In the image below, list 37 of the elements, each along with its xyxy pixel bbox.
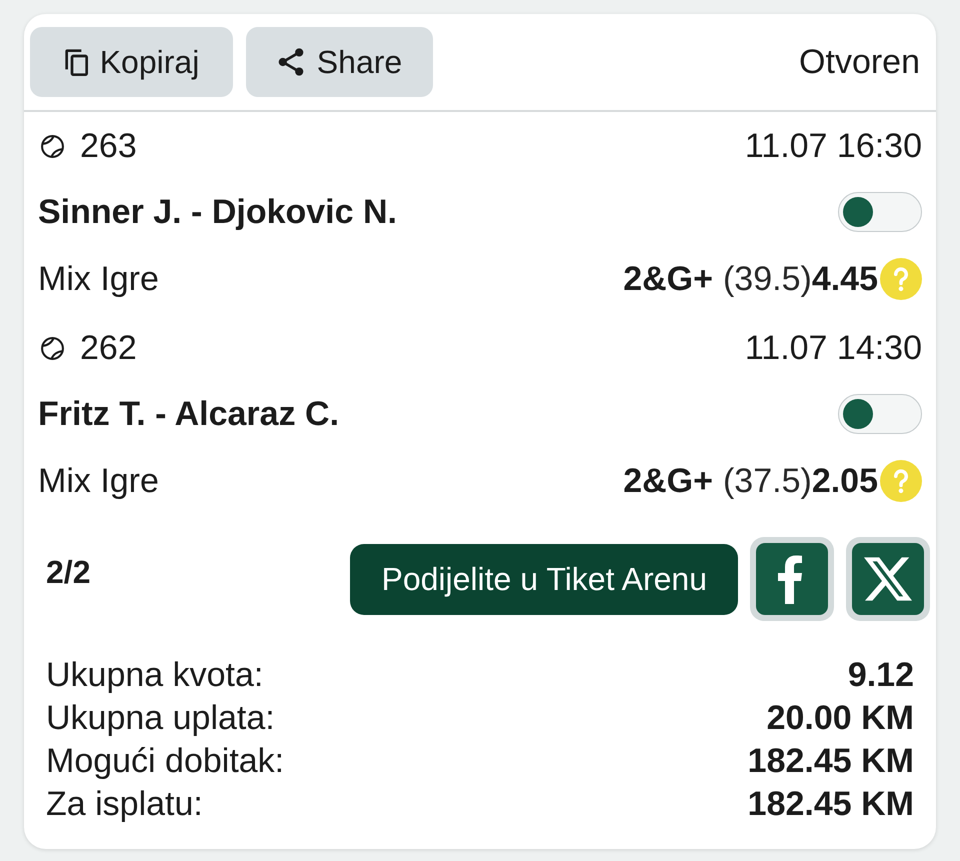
copy-button[interactable]: Kopiraj (30, 27, 233, 97)
match-name: Sinner J. - Djokovic N. (38, 195, 397, 229)
event-datetime: 11.07 14:30 (744, 331, 922, 365)
summary-label: Ukupna uplata: (46, 700, 275, 734)
event-datetime: 11.07 16:30 (744, 129, 922, 163)
pick-line: (39.5) (722, 262, 812, 296)
pick-line: (37.5) (722, 464, 812, 498)
summary-label: Ukupna kvota: (46, 658, 264, 692)
ticket-status: Otvoren (799, 45, 920, 79)
market-name: Mix Igre (38, 464, 159, 498)
summary-value: 9.12 (848, 658, 914, 692)
tennis-ball-icon (40, 336, 65, 360)
tennis-ball-icon (40, 134, 65, 158)
pick-code: 2&G+ (623, 262, 713, 296)
odds-value: 2.05 (812, 464, 878, 498)
facebook-icon (756, 543, 828, 615)
odds-value: 4.45 (812, 262, 878, 296)
summary-value: 182.45 KM (748, 744, 914, 778)
share-icon (276, 47, 305, 77)
toggle-switch[interactable] (838, 192, 922, 232)
ticket-count: 2/2 (46, 556, 90, 588)
event-number: 263 (80, 129, 137, 163)
market-name: Mix Igre (38, 262, 159, 296)
share-button[interactable]: Share (246, 27, 433, 97)
pick-code: 2&G+ (623, 464, 713, 498)
share-arena-button[interactable]: Podijelite u Tiket Arenu (350, 544, 738, 614)
summary-value: 20.00 KM (766, 700, 914, 734)
toggle-switch[interactable] (838, 394, 922, 434)
x-button[interactable] (846, 537, 930, 621)
event-number: 262 (80, 331, 137, 365)
match-name: Fritz T. - Alcaraz C. (38, 397, 340, 431)
summary-label: Za isplatu: (46, 786, 203, 820)
summary-label: Mogući dobitak: (46, 744, 284, 778)
facebook-button[interactable] (750, 537, 834, 621)
copy-icon (64, 48, 88, 76)
x-logo-icon (852, 543, 924, 615)
summary-value: 182.45 KM (748, 786, 914, 820)
